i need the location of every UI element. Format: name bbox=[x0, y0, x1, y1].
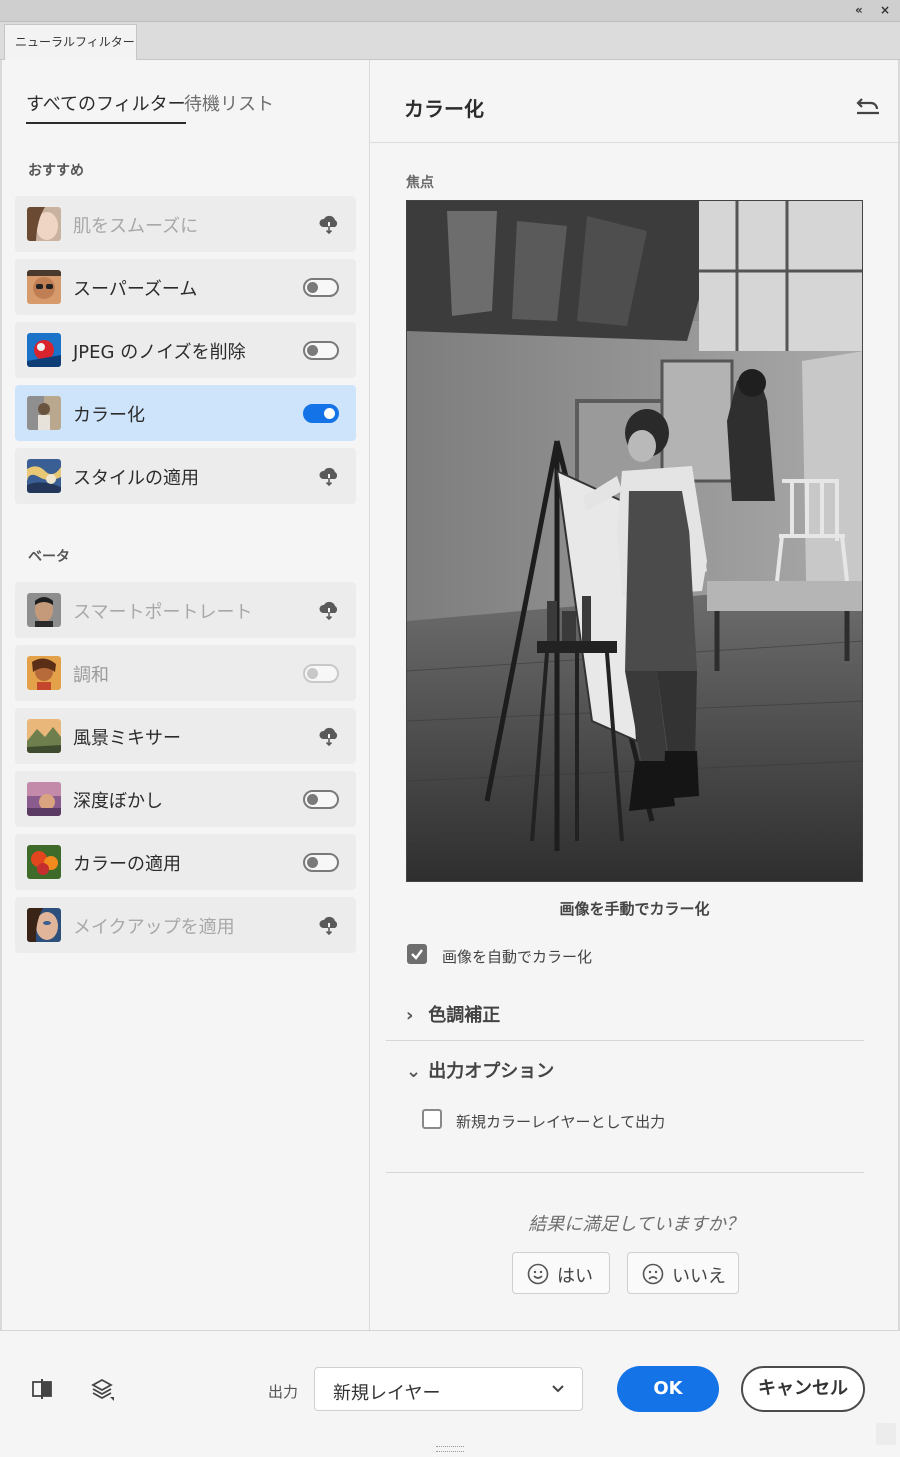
skin-smoothing-thumbnail bbox=[27, 207, 61, 241]
collapse-panel-button[interactable]: « bbox=[855, 3, 863, 17]
feedback-no-label: いいえ bbox=[672, 1266, 726, 1287]
frown-icon bbox=[642, 1263, 664, 1285]
style-transfer-thumbnail bbox=[27, 459, 61, 493]
panel-tab-neural-filters[interactable]: ニューラルフィルター bbox=[4, 24, 137, 61]
filter-item-color-transfer[interactable]: カラーの適用 bbox=[15, 834, 356, 890]
filter-label: スーパーズーム bbox=[73, 279, 198, 300]
compare-view-icon[interactable] bbox=[30, 1377, 54, 1401]
color-transfer-thumbnail bbox=[27, 845, 61, 879]
reset-icon[interactable] bbox=[854, 92, 882, 116]
resize-corner[interactable] bbox=[876, 1423, 896, 1445]
filter-item-depth-blur[interactable]: 深度ぼかし bbox=[15, 771, 356, 827]
filter-item-smart-portrait[interactable]: スマートポートレート bbox=[15, 582, 356, 638]
feedback-yes-label: はい bbox=[557, 1266, 593, 1287]
filter-label: メイクアップを適用 bbox=[73, 917, 235, 938]
cloud-download-icon[interactable] bbox=[318, 914, 340, 936]
filter-title: カラー化 bbox=[404, 97, 484, 121]
close-window-button[interactable]: × bbox=[880, 3, 890, 17]
accordion-output-options[interactable]: ⌄ 出力オプション bbox=[406, 1057, 554, 1083]
resize-grip[interactable] bbox=[436, 1446, 464, 1452]
tab-all-filters[interactable]: すべてのフィルター bbox=[26, 90, 186, 124]
smart-portrait-thumbnail bbox=[27, 593, 61, 627]
filter-toggle[interactable] bbox=[303, 853, 339, 872]
filter-label: カラー化 bbox=[73, 405, 145, 426]
cloud-download-icon[interactable] bbox=[318, 725, 340, 747]
super-zoom-thumbnail bbox=[27, 270, 61, 304]
filter-item-super-zoom[interactable]: スーパーズーム bbox=[15, 259, 356, 315]
new-color-layer-label: 新規カラーレイヤーとして出力 bbox=[456, 1113, 666, 1131]
filter-toggle[interactable] bbox=[303, 278, 339, 297]
filter-label: 深度ぼかし bbox=[73, 791, 163, 812]
cloud-download-icon[interactable] bbox=[318, 465, 340, 487]
feedback-question: 結果に満足していますか？ bbox=[528, 1214, 744, 1235]
filter-item-colorize[interactable]: カラー化 bbox=[15, 385, 356, 441]
section-label-recommended: おすすめ bbox=[28, 163, 84, 179]
window-titlebar: « × bbox=[0, 0, 900, 22]
filter-label: JPEG のノイズを削除 bbox=[73, 342, 246, 363]
filter-toggle[interactable] bbox=[303, 664, 339, 683]
new-color-layer-checkbox[interactable] bbox=[422, 1109, 442, 1129]
smile-icon bbox=[527, 1263, 549, 1285]
filter-toggle[interactable] bbox=[303, 404, 339, 423]
filter-label: 肌をスムーズに bbox=[73, 216, 199, 237]
chevron-down-icon bbox=[552, 1385, 564, 1393]
focus-preview-image[interactable] bbox=[406, 200, 863, 882]
filter-label: 調和 bbox=[73, 665, 109, 686]
filter-item-landscape-mixer[interactable]: 風景ミキサー bbox=[15, 708, 356, 764]
section-label-beta: ベータ bbox=[28, 549, 70, 565]
filter-toggle[interactable] bbox=[303, 790, 339, 809]
tab-waitlist[interactable]: 待機リスト bbox=[184, 90, 274, 124]
filter-item-style-transfer[interactable]: スタイルの適用 bbox=[15, 448, 356, 504]
filter-settings-panel: カラー化 焦点 画像を手動でカラー化 画像を自動でカラー化 › 色調補正 ⌄ 出… bbox=[370, 60, 898, 1330]
filter-item-harmonization[interactable]: 調和 bbox=[15, 645, 356, 701]
output-select[interactable]: 新規レイヤー bbox=[314, 1367, 583, 1411]
chevron-right-icon: › bbox=[406, 1005, 414, 1026]
chevron-down-icon: ⌄ bbox=[406, 1061, 422, 1082]
section-divider bbox=[386, 1172, 864, 1173]
filter-list-panel: すべてのフィルター 待機リスト おすすめ 肌をスムーズに スーパーズーム JPE… bbox=[2, 60, 370, 1330]
ok-button[interactable]: OK bbox=[617, 1366, 719, 1412]
depth-blur-thumbnail bbox=[27, 782, 61, 816]
accordion-label: 色調補正 bbox=[428, 1005, 501, 1026]
colorize-manually-link[interactable]: 画像を手動でカラー化 bbox=[406, 898, 863, 919]
output-label: 出力 bbox=[268, 1383, 299, 1401]
bottom-bar: 出力 新規レイヤー OK キャンセル bbox=[0, 1330, 900, 1457]
filter-label: スマートポートレート bbox=[73, 602, 253, 623]
filter-item-makeup-transfer[interactable]: メイクアップを適用 bbox=[15, 897, 356, 953]
cloud-download-icon[interactable] bbox=[318, 213, 340, 235]
auto-colorize-checkbox[interactable] bbox=[407, 944, 427, 964]
filter-item-skin-smoothing[interactable]: 肌をスムーズに bbox=[15, 196, 356, 252]
header-divider bbox=[370, 142, 898, 143]
accordion-label: 出力オプション bbox=[428, 1061, 555, 1082]
filter-label: カラーの適用 bbox=[73, 854, 181, 875]
panel-tab-strip: ニューラルフィルター bbox=[0, 22, 900, 61]
colorize-thumbnail bbox=[27, 396, 61, 430]
cancel-button[interactable]: キャンセル bbox=[741, 1366, 865, 1412]
output-select-value: 新規レイヤー bbox=[333, 1383, 441, 1404]
cloud-download-icon[interactable] bbox=[318, 599, 340, 621]
accordion-adjustments[interactable]: › 色調補正 bbox=[406, 1001, 500, 1027]
landscape-mixer-thumbnail bbox=[27, 719, 61, 753]
feedback-yes-button[interactable]: はい bbox=[512, 1252, 610, 1294]
auto-colorize-label: 画像を自動でカラー化 bbox=[442, 948, 593, 966]
jpeg-artifact-thumbnail bbox=[27, 333, 61, 367]
filter-toggle[interactable] bbox=[303, 341, 339, 360]
harmonization-thumbnail bbox=[27, 656, 61, 690]
feedback-no-button[interactable]: いいえ bbox=[627, 1252, 739, 1294]
focus-label: 焦点 bbox=[406, 175, 434, 191]
filter-label: 風景ミキサー bbox=[73, 728, 181, 749]
section-divider bbox=[386, 1040, 864, 1041]
filter-label: スタイルの適用 bbox=[73, 468, 199, 489]
filter-item-jpeg-artifact-removal[interactable]: JPEG のノイズを削除 bbox=[15, 322, 356, 378]
makeup-transfer-thumbnail bbox=[27, 908, 61, 942]
layers-icon[interactable] bbox=[90, 1377, 114, 1401]
